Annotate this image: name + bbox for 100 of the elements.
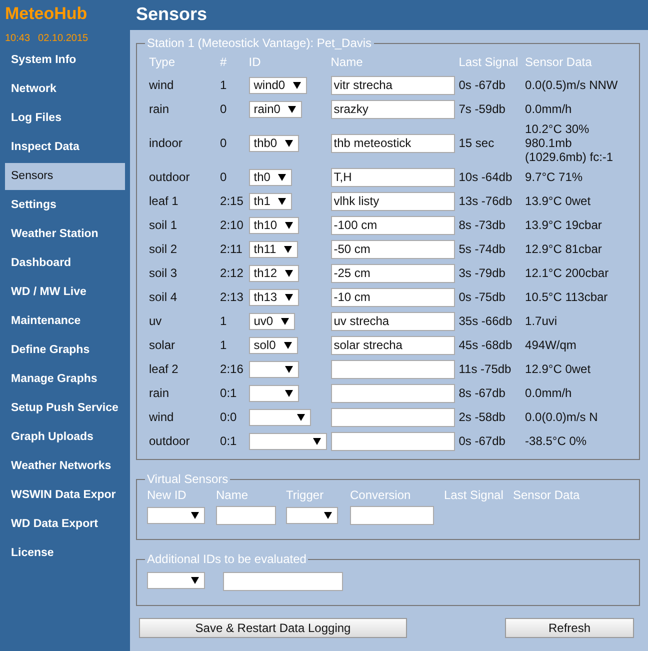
table-cell: 494W/qm <box>525 338 576 352</box>
column-header: Last Signal <box>458 54 520 71</box>
caret-icon <box>284 342 292 348</box>
name-field[interactable]: srazky <box>330 100 455 118</box>
table-cell: 0 <box>220 170 227 184</box>
sidebar-item[interactable]: Define Graphs <box>5 337 125 364</box>
caret-icon <box>285 222 294 228</box>
name-field[interactable]: -25 cm <box>330 264 455 282</box>
table-cell: soil 3 <box>149 266 178 280</box>
id-dropdown[interactable] <box>147 572 205 589</box>
column-header: # <box>219 54 228 71</box>
table-cell: 2:10 <box>220 218 244 232</box>
id-dropdown[interactable] <box>248 432 327 450</box>
table-cell: 1 <box>220 338 227 352</box>
name-field[interactable]: vlhk listy <box>330 192 455 210</box>
new-id-dropdown[interactable] <box>147 507 205 524</box>
id-dropdown[interactable] <box>248 408 311 426</box>
sidebar-item[interactable]: WD / MW Live <box>5 279 125 306</box>
app-title: MeteoHub <box>4 3 88 25</box>
name-field[interactable]: T,H <box>330 168 455 186</box>
id-dropdown[interactable]: uv0 <box>248 312 296 330</box>
caret-icon <box>284 390 293 396</box>
sidebar-item[interactable]: Log Files <box>5 105 125 132</box>
id-dropdown[interactable]: th10 <box>248 216 300 234</box>
refresh-button[interactable]: Refresh <box>505 618 634 638</box>
sidebar-item[interactable]: Dashboard <box>5 250 125 277</box>
id-dropdown[interactable]: th0 <box>248 168 292 186</box>
column-header: Type <box>148 54 176 71</box>
sidebar-item[interactable]: System Info <box>5 47 125 74</box>
table-cell: 13.9°C 19cbar <box>525 218 602 232</box>
id-dropdown[interactable]: sol0 <box>248 336 298 354</box>
table-cell: rain <box>149 386 170 400</box>
table-cell: 8s -73db <box>458 218 506 232</box>
caret-icon <box>284 246 292 252</box>
table-cell: 2s -58db <box>458 410 506 424</box>
name-field[interactable]: -10 cm <box>330 288 455 306</box>
table-cell: outdoor <box>149 170 190 184</box>
table-cell: 35s -66db <box>458 314 512 328</box>
panel-legend: Additional IDs to be evaluated <box>145 552 308 566</box>
id-dropdown[interactable]: th11 <box>248 240 298 258</box>
sidebar-item[interactable]: Graph Uploads <box>5 424 125 451</box>
table-cell: 2:15 <box>220 194 244 208</box>
caret-icon <box>191 512 199 519</box>
sidebar-item[interactable]: Weather Station <box>5 221 125 248</box>
name-field[interactable]: -100 cm <box>330 216 455 234</box>
clock-time: 10:43 <box>5 33 30 46</box>
page-title: Sensors <box>136 4 208 24</box>
table-cell: soil 4 <box>149 290 178 304</box>
id-dropdown[interactable]: th13 <box>248 288 300 306</box>
name-field[interactable]: solar strecha <box>330 336 455 354</box>
name-field[interactable] <box>330 360 455 378</box>
sidebar-item[interactable]: Inspect Data <box>5 134 125 161</box>
caret-icon <box>285 140 294 146</box>
id-dropdown[interactable]: wind0 <box>248 76 308 94</box>
sidebar-item[interactable]: License <box>5 540 125 567</box>
column-header: Name <box>216 488 250 502</box>
sidebar-item[interactable]: Manage Graphs <box>5 366 125 393</box>
name-field[interactable] <box>330 408 455 426</box>
sidebar-item[interactable]: Maintenance <box>5 308 125 335</box>
table-cell: solar <box>149 338 176 352</box>
id-dropdown[interactable]: th12 <box>248 264 300 282</box>
table-cell: 2:16 <box>220 362 244 376</box>
save-button[interactable]: Save & Restart Data Logging <box>139 618 407 638</box>
trigger-dropdown[interactable] <box>286 507 338 524</box>
name-field[interactable]: uv strecha <box>330 312 455 330</box>
sidebar-item[interactable]: Network <box>5 76 125 103</box>
name-field[interactable] <box>330 384 455 402</box>
conversion-field[interactable] <box>350 506 434 525</box>
table-cell: 5s -74db <box>458 242 506 256</box>
caret-icon <box>288 106 296 112</box>
table-cell: 10.5°C 113cbar <box>525 290 608 304</box>
id-field[interactable] <box>223 572 343 591</box>
table-cell: rain <box>149 102 170 116</box>
table-cell: soil 2 <box>149 242 178 256</box>
table-cell: 9.7°C 71% <box>525 170 583 184</box>
name-field[interactable]: thb meteostick <box>330 134 455 152</box>
name-field[interactable]: vitr strecha <box>330 76 455 94</box>
column-header: Sensor Data <box>513 488 581 502</box>
sidebar-item[interactable]: Weather Networks <box>5 453 125 480</box>
sidebar-item[interactable]: Setup Push Service <box>5 395 125 422</box>
sidebar-item[interactable]: WSWIN Data Expor <box>5 482 125 509</box>
sidebar-item[interactable]: Sensors <box>5 163 125 190</box>
id-dropdown[interactable] <box>248 384 299 402</box>
caret-icon <box>312 438 321 444</box>
name-field[interactable]: -50 cm <box>330 240 455 258</box>
table-cell: 0s -67db <box>458 78 506 92</box>
name-field[interactable] <box>330 432 455 450</box>
id-dropdown[interactable]: thb0 <box>248 134 300 152</box>
table-cell: 3s -79db <box>458 266 506 280</box>
table-cell: 0:1 <box>220 434 237 448</box>
id-dropdown[interactable] <box>248 360 299 378</box>
name-field[interactable] <box>216 506 276 525</box>
id-dropdown[interactable]: rain0 <box>248 100 302 118</box>
sidebar-item[interactable]: Settings <box>5 192 125 219</box>
column-header: ID <box>248 54 262 71</box>
id-dropdown[interactable]: th1 <box>248 192 292 210</box>
table-cell: indoor <box>149 136 182 150</box>
caret-icon <box>296 414 305 420</box>
sidebar-item[interactable]: WD Data Export <box>5 511 125 538</box>
table-cell: 12.9°C 0wet <box>525 362 591 376</box>
